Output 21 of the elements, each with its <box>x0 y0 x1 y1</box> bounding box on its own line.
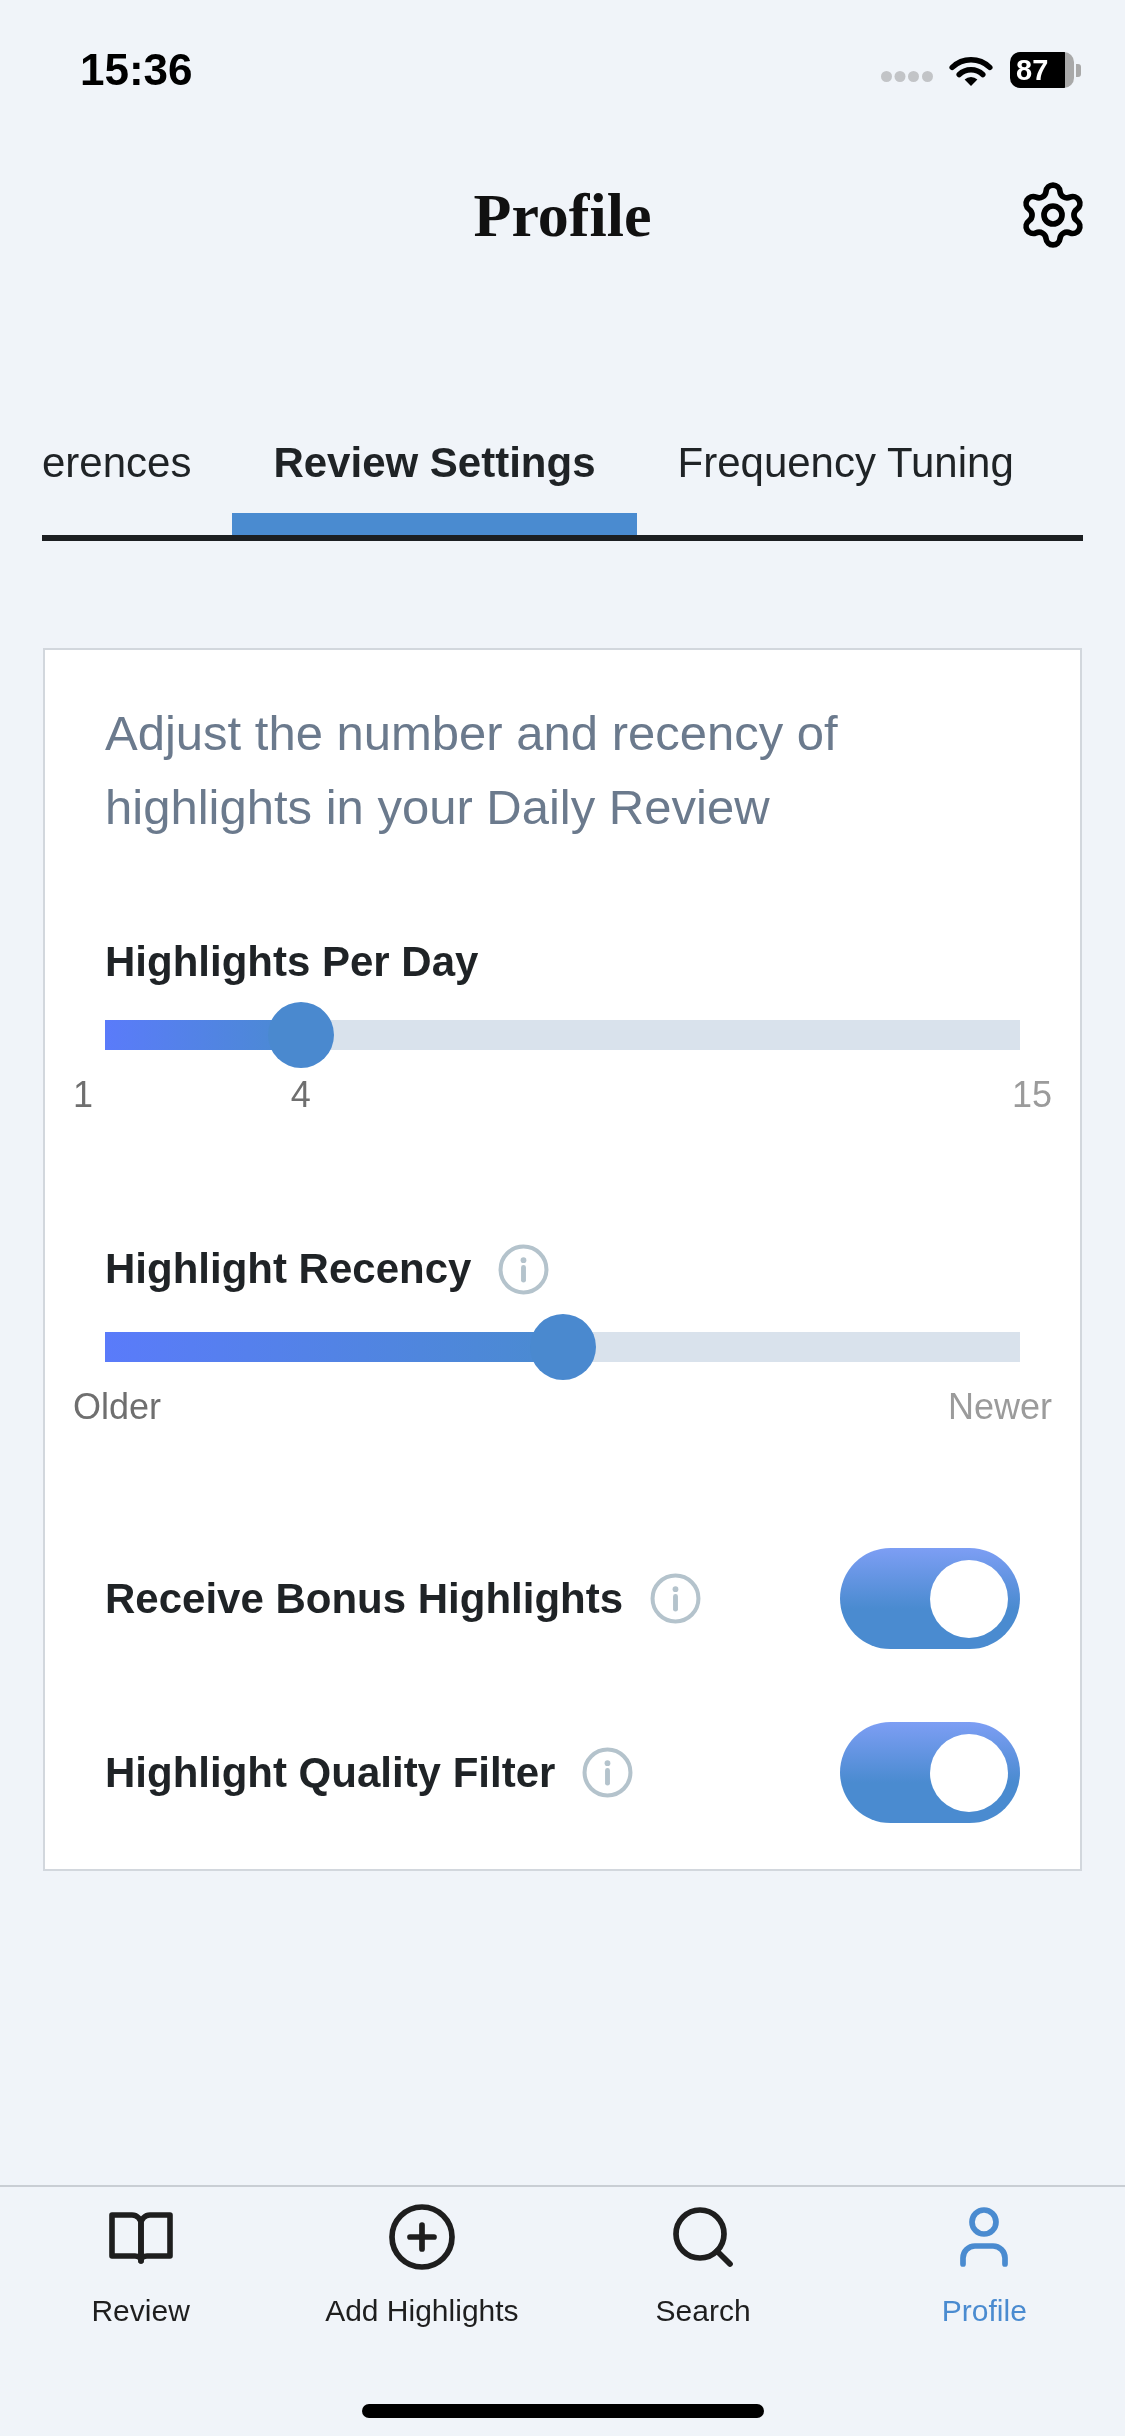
scale-min-label: Older <box>73 1387 162 1427</box>
setting-label: Receive Bonus Highlights <box>105 1573 624 1624</box>
setting-label: Highlights Per Day <box>105 937 479 987</box>
setting-label: Highlight Quality Filter <box>105 1747 556 1798</box>
status-time: 15:36 <box>80 45 193 95</box>
nav-tab[interactable]: Search <box>655 2201 751 2329</box>
tab[interactable]: Review Settings <box>232 440 637 535</box>
tab[interactable]: erences <box>42 440 233 535</box>
battery-indicator: 87 <box>1010 52 1074 88</box>
scale-max-label: Newer <box>947 1387 1052 1427</box>
tab[interactable]: Frequency Tuning <box>636 440 1055 535</box>
scale-max-label: 15 <box>1011 1075 1052 1115</box>
signal-icon <box>881 70 933 82</box>
battery-tip-icon <box>1076 63 1081 77</box>
page-title: Profile <box>473 180 652 251</box>
setting-label: Highlight Recency <box>105 1244 472 1294</box>
nav-tab[interactable]: Review <box>91 2201 190 2329</box>
slider-value-label: 4 <box>290 1075 311 1115</box>
scale-min-label: 1 <box>73 1075 94 1115</box>
nav-tab[interactable]: Add Highlights <box>325 2201 519 2329</box>
card-description: Adjust the number and recency of highlights in your Daily Review <box>105 705 839 836</box>
